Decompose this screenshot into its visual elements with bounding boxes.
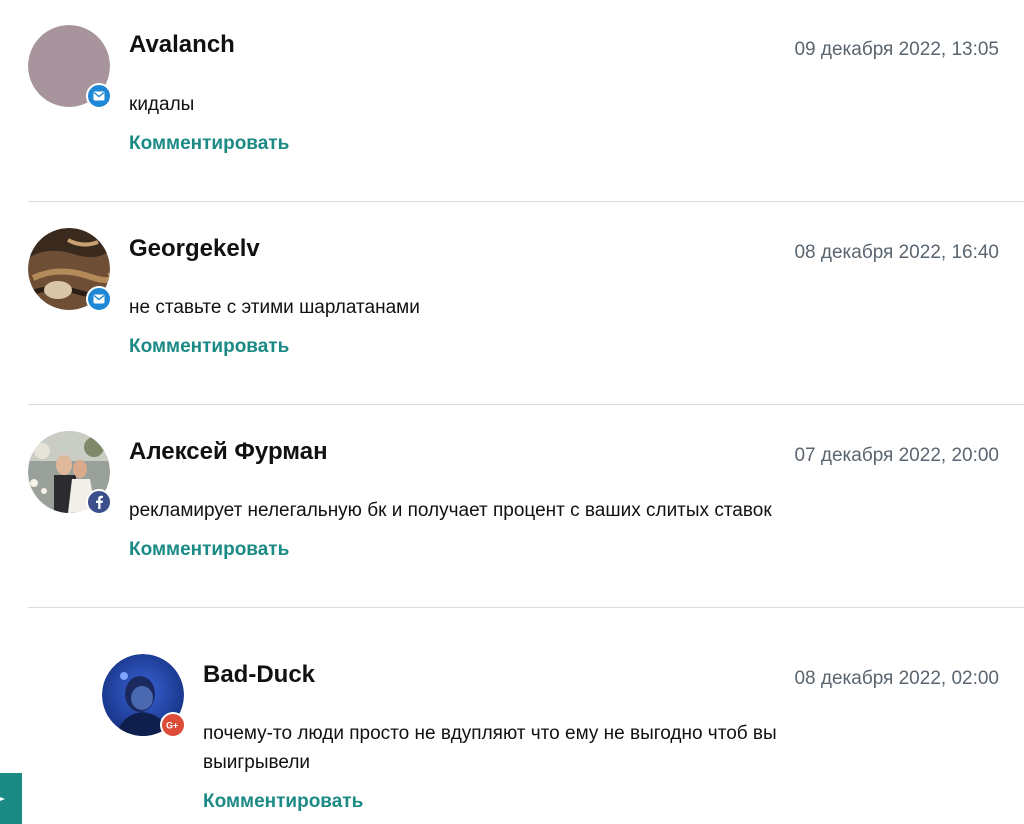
comment-date: 08 декабря 2022, 02:00: [794, 668, 999, 689]
avatar[interactable]: G+: [102, 654, 186, 738]
reply-button[interactable]: Комментировать: [203, 791, 363, 813]
avatar[interactable]: [28, 228, 112, 312]
svg-text:G+: G+: [166, 721, 178, 731]
divider: [28, 404, 1024, 405]
avatar[interactable]: [28, 431, 112, 515]
comment-date: 07 декабря 2022, 20:00: [794, 445, 999, 466]
comment-text: рекламирует нелегальную бк и получает пр…: [129, 500, 772, 521]
comment-date: 09 декабря 2022, 13:05: [794, 39, 999, 60]
comment-date: 08 декабря 2022, 16:40: [794, 242, 999, 263]
divider: [28, 607, 1024, 608]
comment-author: Avalanch: [129, 31, 235, 58]
comment-author: Алексей Фурман: [129, 438, 328, 465]
side-expand-tab[interactable]: [0, 773, 22, 824]
comment-text: кидалы: [129, 94, 195, 115]
reply-button[interactable]: Комментировать: [129, 336, 289, 358]
comment-text: почему-то люди просто не вдупляют что ем…: [203, 723, 777, 773]
divider: [28, 201, 1024, 202]
comment-author: Georgekelv: [129, 235, 260, 262]
mail-icon: [86, 83, 112, 109]
google-plus-icon: G+: [160, 712, 186, 738]
avatar[interactable]: [28, 25, 112, 109]
chevron-right-icon: [0, 796, 5, 801]
reply-button[interactable]: Комментировать: [129, 133, 289, 155]
reply-button[interactable]: Комментировать: [129, 539, 289, 561]
comments-list: Avalanch 09 декабря 2022, 13:05 кидалы К…: [0, 0, 1024, 824]
comment-text: не ставьте с этими шарлатанами: [129, 297, 420, 318]
comment-author: Bad-Duck: [203, 661, 316, 688]
facebook-icon: [86, 489, 112, 515]
mail-icon: [86, 286, 112, 312]
